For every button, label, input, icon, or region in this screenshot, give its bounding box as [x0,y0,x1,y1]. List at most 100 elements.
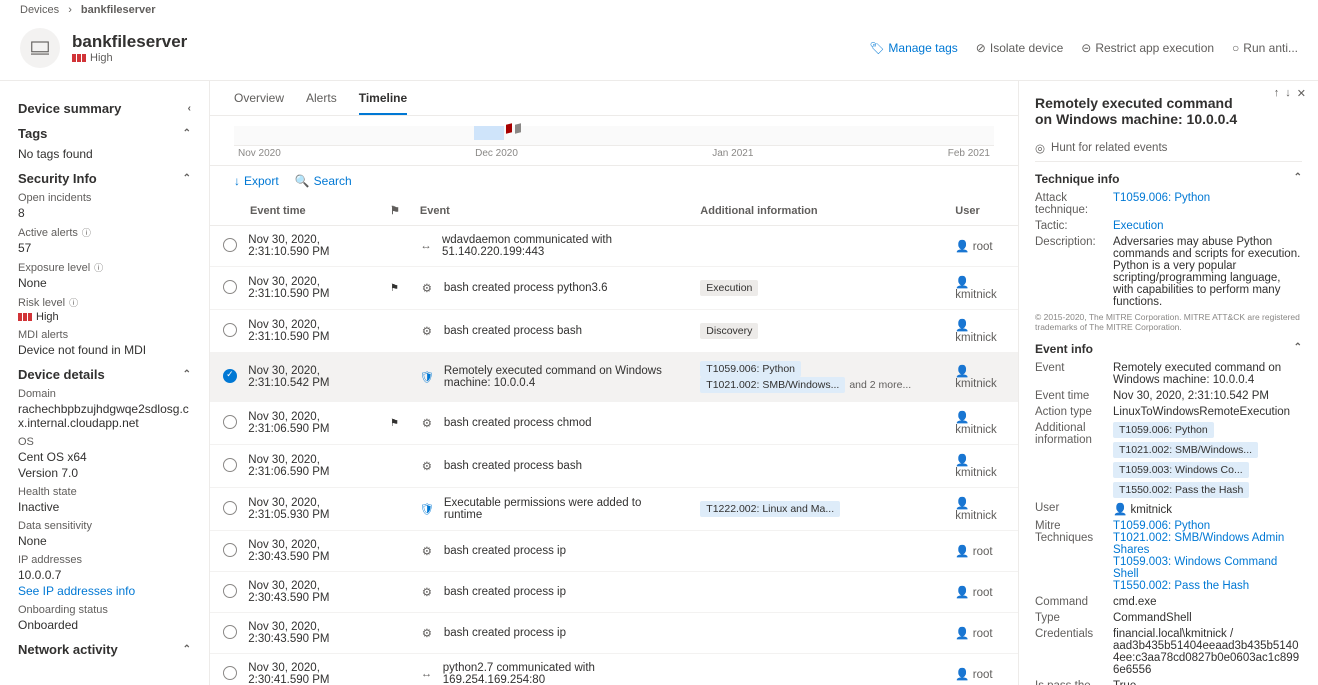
search-button[interactable]: 🔍 Search [295,174,352,188]
attack-technique-link[interactable]: T1059.006: Python [1113,192,1302,216]
technique-tag: T1222.002: Linux and Ma... [700,501,840,517]
user-cell: 👤 root [955,667,1008,681]
col-flag[interactable]: ⚑ [380,196,410,226]
device-name: bankfileserver [72,32,187,52]
export-button[interactable]: ↓ Export [234,174,279,188]
collapse-sidebar-button[interactable]: ‹ [188,103,191,114]
tab-timeline[interactable]: Timeline [359,91,407,115]
col-event-time[interactable]: Event time [210,196,380,226]
open-incidents-value: 8 [18,206,191,220]
details-panel: ↑ ↓ ✕ Remotely executed command on Windo… [1018,81,1318,685]
mitre-technique-link[interactable]: T1059.006: Python [1113,520,1210,532]
table-row[interactable]: Nov 30, 2020, 2:31:06.590 PM ⚑ ⚙bash cre… [210,402,1018,445]
row-select[interactable] [220,584,240,601]
user-cell: 👤 root [955,585,1008,599]
info-icon: ⓘ [82,226,91,239]
table-row[interactable]: Nov 30, 2020, 2:30:43.590 PM ⚙bash creat… [210,572,1018,613]
user-cell: 👤 kmitnick [955,410,1008,436]
row-select[interactable] [220,543,240,560]
user-cell: 👤 root [955,626,1008,640]
event-time: Nov 30, 2020, 2:31:10.590 PM [248,234,370,258]
row-select[interactable] [220,501,240,518]
breadcrumb: Devices › bankfileserver [0,0,1318,20]
event-text: Executable permissions were added to run… [444,497,680,521]
row-select[interactable] [220,280,240,297]
mitre-tag: T1059.006: Python [1113,422,1214,438]
flag-cell[interactable] [380,572,410,613]
col-additional[interactable]: Additional information [690,196,945,226]
event-time: Nov 30, 2020, 2:31:10.542 PM [248,365,370,389]
additional-info: T1222.002: Linux and Ma... [690,488,945,531]
tactic-link[interactable]: Execution [1113,220,1302,232]
user-cell: 👤 kmitnick [955,364,1008,390]
additional-info: T1059.006: PythonT1021.002: SMB/Windows.… [690,353,945,402]
breadcrumb-parent[interactable]: Devices [20,4,59,16]
risk-level: High [72,52,187,64]
mitre-technique-link[interactable]: T1021.002: SMB/Windows Admin Shares [1113,532,1284,556]
run-antivirus-button[interactable]: ○ Run anti... [1232,41,1298,55]
user-cell: 👤 kmitnick [955,453,1008,479]
event-time: Nov 30, 2020, 2:31:06.590 PM [248,454,370,478]
table-row[interactable]: Nov 30, 2020, 2:31:05.930 PM 🛡Executable… [210,488,1018,531]
technique-tag: Discovery [700,323,758,339]
isolate-device-button[interactable]: ⊘ Isolate device [976,41,1063,55]
flag-cell[interactable] [380,310,410,353]
mitre-techniques-list: T1059.006: PythonT1021.002: SMB/Windows … [1113,520,1302,592]
mitre-technique-link[interactable]: T1550.002: Pass the Hash [1113,580,1249,592]
tab-alerts[interactable]: Alerts [306,91,337,115]
proc-icon: ⚙ [420,626,434,640]
events-table: Event time ⚑ Event Additional informatio… [210,196,1018,685]
panel-down-button[interactable]: ↓ [1285,87,1291,100]
row-select[interactable] [220,458,240,475]
ip-addresses-link[interactable]: See IP addresses info [18,584,191,598]
flag-cell[interactable] [380,353,410,402]
panel-up-button[interactable]: ↑ [1274,87,1280,100]
device-summary-sidebar: Device summary‹ Tags⌃ No tags found Secu… [0,81,210,685]
flag-cell[interactable]: ⚑ [380,267,410,310]
restrict-app-button[interactable]: ⊝ Restrict app execution [1081,41,1214,55]
additional-info: Discovery [690,310,945,353]
row-select[interactable] [220,238,240,255]
row-select[interactable] [220,625,240,642]
additional-info [690,226,945,267]
hunt-related-events-link[interactable]: ◎ Hunt for related events [1035,135,1302,162]
row-select[interactable] [220,369,240,386]
row-select[interactable] [220,666,240,683]
flag-cell[interactable] [380,445,410,488]
table-row[interactable]: Nov 30, 2020, 2:30:41.590 PM ↔python2.7 … [210,654,1018,685]
event-time: Nov 30, 2020, 2:31:10.590 PM [248,319,370,343]
panel-close-button[interactable]: ✕ [1297,87,1306,100]
row-select[interactable] [220,323,240,340]
table-row[interactable]: Nov 30, 2020, 2:31:10.542 PM 🛡Remotely e… [210,353,1018,402]
mitre-technique-link[interactable]: T1059.003: Windows Command Shell [1113,556,1277,580]
flag-cell[interactable] [380,654,410,685]
flag-cell[interactable] [380,488,410,531]
flag-cell[interactable]: ⚑ [380,402,410,445]
table-row[interactable]: Nov 30, 2020, 2:31:06.590 PM ⚙bash creat… [210,445,1018,488]
table-row[interactable]: Nov 30, 2020, 2:31:10.590 PM ⚑ ⚙bash cre… [210,267,1018,310]
main-content: Overview Alerts Timeline Nov 2020Dec 202… [210,81,1018,685]
table-row[interactable]: Nov 30, 2020, 2:31:10.590 PM ↔wdavdaemon… [210,226,1018,267]
table-row[interactable]: Nov 30, 2020, 2:30:43.590 PM ⚙bash creat… [210,531,1018,572]
tab-overview[interactable]: Overview [234,91,284,115]
flag-cell[interactable] [380,613,410,654]
table-row[interactable]: Nov 30, 2020, 2:30:43.590 PM ⚙bash creat… [210,613,1018,654]
table-row[interactable]: Nov 30, 2020, 2:31:10.590 PM ⚙bash creat… [210,310,1018,353]
device-icon [20,28,60,68]
event-time: Nov 30, 2020, 2:31:06.590 PM [248,411,370,435]
additional-info-tags: T1059.006: PythonT1021.002: SMB/Windows.… [1113,422,1302,498]
network-activity-section: Network activity⌃ [18,642,191,657]
event-text: bash created process ip [444,586,566,598]
flag-cell[interactable] [380,226,410,267]
event-time: Nov 30, 2020, 2:30:43.590 PM [248,539,370,563]
flag-cell[interactable] [380,531,410,572]
additional-info [690,402,945,445]
shield-icon: 🛡 [420,502,434,516]
manage-tags-button[interactable]: 🏷 Manage tags [869,41,958,55]
timeline-chart[interactable]: Nov 2020Dec 2020Jan 2021Feb 2021 [210,116,1018,166]
row-select[interactable] [220,415,240,432]
mitre-tag: T1059.003: Windows Co... [1113,462,1249,478]
col-event[interactable]: Event [410,196,690,226]
col-user[interactable]: User [945,196,1018,226]
additional-info [690,531,945,572]
